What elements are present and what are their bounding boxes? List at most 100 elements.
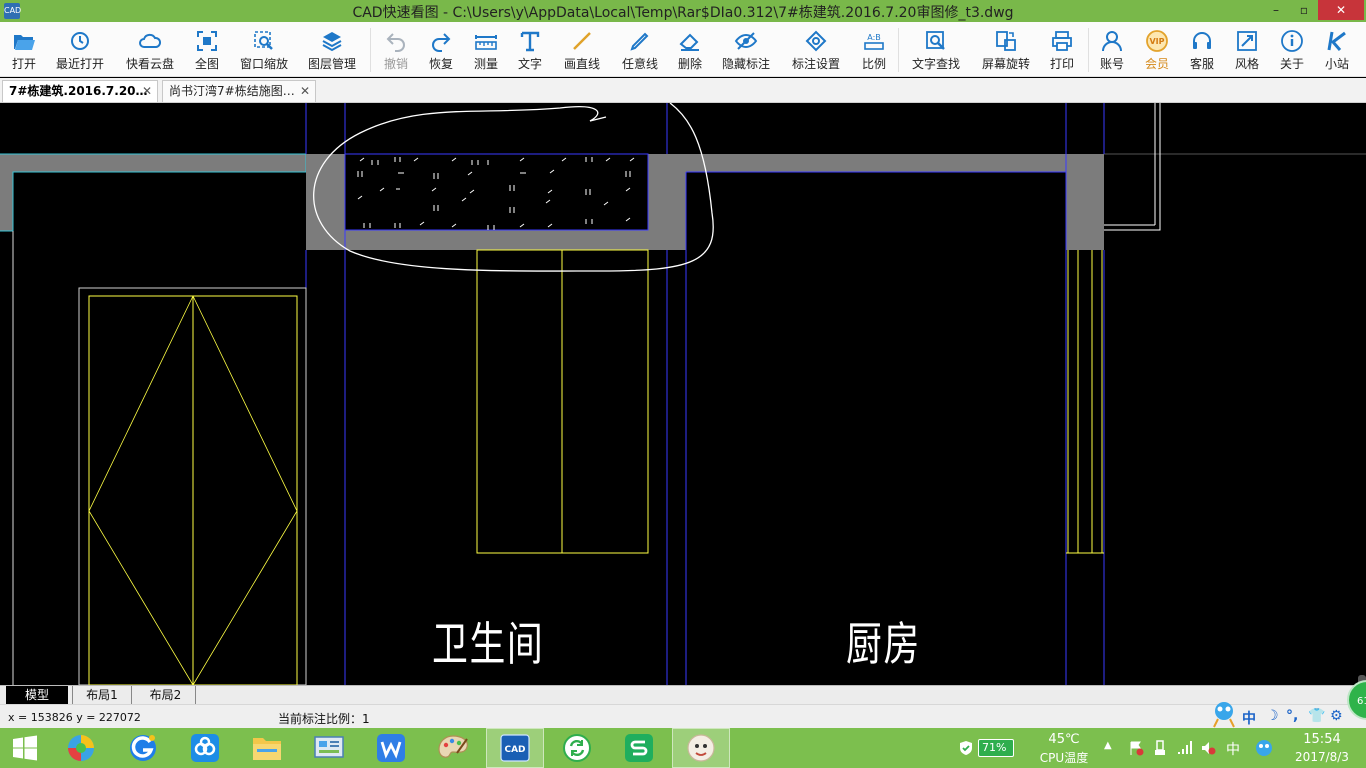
clock-time[interactable]: 15:54 [1290, 732, 1354, 747]
battery-indicator[interactable]: 71% [978, 739, 1014, 757]
ime-toolbar: 中 ☽ °, 👕 ⚙ [1210, 702, 1350, 729]
layout-tab-model[interactable]: 模型 [6, 686, 68, 704]
dimension-scale: 当前标注比例：1 [278, 712, 370, 726]
close-button[interactable]: ✕ [1318, 0, 1364, 20]
taskbar-image-viewer[interactable] [672, 728, 730, 768]
ime-punctuation[interactable]: °, [1286, 708, 1298, 724]
taskbar-ime-indicator[interactable]: 中 [1226, 739, 1240, 759]
station-button[interactable]: 小站 [1323, 22, 1351, 77]
window-zoom-button[interactable]: 窗口缩放 [240, 22, 288, 77]
taskbar-cad-viewer[interactable]: CAD [486, 728, 544, 768]
layers-button[interactable]: 图层管理 [308, 22, 356, 77]
status-bar: x = 153826 y = 227072 当前标注比例：1 中 ☽ °, 👕 … [0, 702, 1366, 729]
tab-drawing-1[interactable]: 7#栋建筑.2016.7.20… ✕ [2, 80, 158, 102]
text-icon [520, 31, 540, 52]
sync-circle-icon [563, 734, 591, 762]
measure-button[interactable]: 测量 [472, 22, 500, 77]
ratio-button[interactable]: A:B 比例 [860, 22, 888, 77]
action-center-flag-icon[interactable] [1128, 740, 1144, 756]
dimension-settings-button[interactable]: 标注设置 [792, 22, 840, 77]
coordinate-readout: x = 153826 y = 227072 [8, 711, 141, 724]
cloud-icon [139, 33, 162, 48]
palette-icon [438, 735, 468, 758]
start-button[interactable] [0, 728, 50, 768]
layers-icon [322, 32, 342, 52]
eraser-icon [679, 33, 699, 51]
freehand-button[interactable]: 任意线 [620, 22, 660, 77]
cartoon-avatar-icon [687, 734, 715, 762]
fullscreen-icon [197, 31, 217, 51]
ratio-icon: A:B [864, 33, 884, 50]
ime-mascot-icon[interactable] [1210, 699, 1238, 729]
line-button[interactable]: 画直线 [562, 22, 602, 77]
taskbar-wps-spreadsheet[interactable] [610, 728, 668, 768]
screen-rotate-button[interactable]: 屏幕旋转 [982, 22, 1030, 77]
close-tab-icon[interactable]: ✕ [300, 81, 310, 101]
taskbar-sync-app[interactable] [548, 728, 606, 768]
ime-mascot-tray-icon[interactable] [1254, 738, 1274, 758]
volume-muted-icon[interactable] [1200, 740, 1216, 756]
windows-logo-icon [13, 735, 37, 761]
about-button[interactable]: 关于 [1278, 22, 1306, 77]
printer-icon [1052, 31, 1072, 51]
drawing-canvas[interactable]: 卫生间 厨房 [0, 103, 1366, 685]
open-button[interactable]: 打开 [8, 22, 40, 77]
cad-app-icon: CAD [500, 734, 530, 762]
taskbar-360-app[interactable] [52, 728, 110, 768]
network-signal-icon[interactable] [1176, 740, 1192, 756]
undo-icon [386, 33, 405, 52]
title-bar: CAD CAD快速看图 - C:\Users\y\AppData\Local\T… [0, 0, 1366, 22]
print-button[interactable]: 打印 [1048, 22, 1076, 77]
service-button[interactable]: 客服 [1188, 22, 1216, 77]
cloud-button[interactable]: 快看云盘 [126, 22, 174, 77]
account-button[interactable]: 账号 [1098, 22, 1126, 77]
toolbar: 打开 最近打开 快看云盘 全图 窗口缩放 图层管理 撤销 恢复 测量 文字 画直… [0, 22, 1366, 77]
clock-date[interactable]: 2017/8/3 [1290, 750, 1354, 764]
taskbar-wps-writer[interactable] [362, 728, 420, 768]
erase-button[interactable]: 删除 [676, 22, 704, 77]
room-label-bathroom: 卫生间 [432, 617, 545, 671]
minimize-button[interactable]: – [1262, 0, 1290, 20]
style-icon [1237, 31, 1257, 51]
undo-button[interactable]: 撤销 [382, 22, 410, 77]
rotate-screen-icon [996, 31, 1016, 51]
taskbar: CAD 71% 45℃ CPU温度 ▲ 中 15:54 2017/8/3 [0, 728, 1366, 768]
eye-hidden-icon [734, 32, 758, 50]
ime-settings-icon[interactable]: ⚙ [1330, 708, 1343, 724]
vip-button[interactable]: VIP 会员 [1143, 22, 1171, 77]
svg-text:CAD: CAD [504, 745, 525, 755]
taskbar-file-explorer[interactable] [238, 728, 296, 768]
toolbar-separator [898, 28, 899, 72]
file-tab-bar: 7#栋建筑.2016.7.20… ✕ 尚书汀湾7#栋结施图… ✕ [0, 78, 1366, 103]
ime-skin-icon[interactable]: 👕 [1308, 708, 1325, 724]
user-icon [1102, 31, 1122, 52]
ime-chinese-mode[interactable]: 中 [1242, 708, 1256, 728]
zoom-window-icon [254, 31, 273, 50]
control-panel-icon [314, 736, 344, 758]
layout-tab-2[interactable]: 布局2 [136, 686, 196, 704]
station-k-icon [1327, 31, 1346, 51]
text-button[interactable]: 文字 [516, 22, 544, 77]
recent-button[interactable]: 最近打开 [56, 22, 104, 77]
tray-expand-icon[interactable]: ▲ [1104, 740, 1112, 751]
layout-tab-1[interactable]: 布局1 [72, 686, 132, 704]
taskbar-browser[interactable] [114, 728, 172, 768]
pen-icon [630, 32, 649, 51]
taskbar-control-panel[interactable] [300, 728, 358, 768]
security-shield-icon[interactable] [958, 740, 974, 756]
style-button[interactable]: 风格 [1233, 22, 1261, 77]
fullview-button[interactable]: 全图 [192, 22, 222, 77]
close-tab-icon[interactable]: ✕ [142, 81, 152, 101]
redo-button[interactable]: 恢复 [427, 22, 455, 77]
taskbar-paint[interactable] [424, 728, 482, 768]
hide-dimension-button[interactable]: 隐藏标注 [722, 22, 770, 77]
text-search-button[interactable]: 文字查找 [912, 22, 960, 77]
usb-device-icon[interactable] [1152, 740, 1168, 756]
redo-icon [432, 33, 451, 52]
restore-button[interactable]: ▫ [1290, 0, 1318, 20]
cad-drawing [0, 103, 1366, 685]
ruler-icon [475, 35, 497, 50]
tab-drawing-2[interactable]: 尚书汀湾7#栋结施图… ✕ [162, 80, 316, 102]
taskbar-baidu-cloud[interactable] [176, 728, 234, 768]
ime-moon-icon[interactable]: ☽ [1266, 708, 1279, 724]
